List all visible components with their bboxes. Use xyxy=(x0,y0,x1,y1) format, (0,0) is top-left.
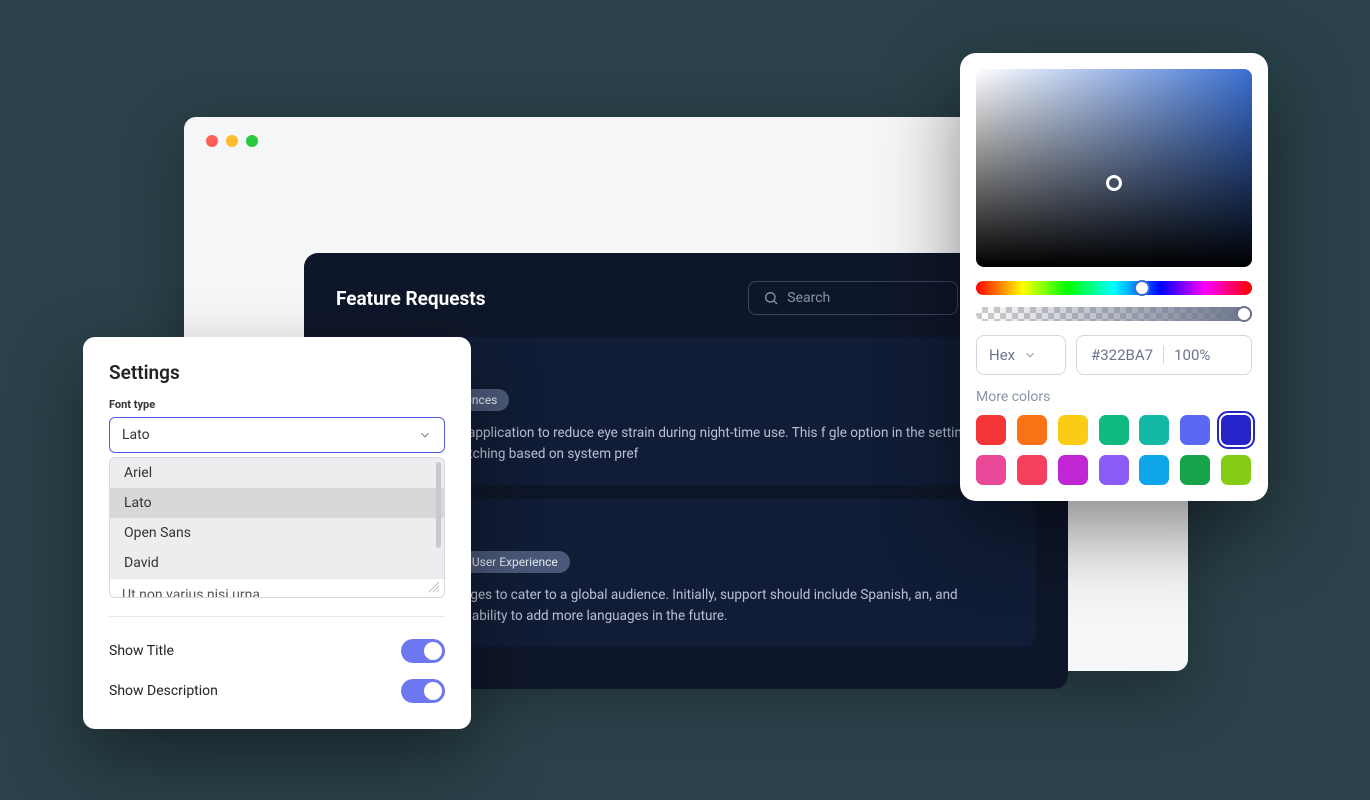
alpha-thumb[interactable] xyxy=(1236,306,1252,322)
divider xyxy=(109,616,445,617)
show-description-label: Show Description xyxy=(109,683,218,699)
color-swatch[interactable] xyxy=(1017,415,1047,445)
resize-handle-icon[interactable] xyxy=(428,581,440,593)
alpha-slider[interactable] xyxy=(976,307,1252,321)
search-field[interactable] xyxy=(748,281,958,315)
color-swatch[interactable] xyxy=(1221,415,1251,445)
color-swatch[interactable] xyxy=(1099,455,1129,485)
color-format-value: Hex xyxy=(989,346,1015,364)
font-select[interactable]: Lato xyxy=(109,417,445,453)
show-title-label: Show Title xyxy=(109,643,174,659)
window-close-dot[interactable] xyxy=(206,135,218,147)
color-swatch[interactable] xyxy=(1139,455,1169,485)
tag[interactable]: User Experience xyxy=(460,551,570,573)
font-select-value: Lato xyxy=(122,427,150,443)
color-swatch[interactable] xyxy=(1180,455,1210,485)
color-swatch[interactable] xyxy=(1058,455,1088,485)
alpha-percent: 100% xyxy=(1174,346,1210,364)
more-colors-label: More colors xyxy=(976,389,1252,405)
font-dropdown: Ariel Lato Open Sans David xyxy=(109,457,445,598)
settings-panel: Settings Font type Lato Ariel Lato Open … xyxy=(83,337,471,729)
chevron-down-icon xyxy=(1023,348,1037,362)
dropdown-scrollbar[interactable] xyxy=(436,462,441,548)
color-swatch[interactable] xyxy=(976,415,1006,445)
color-saturation-field[interactable] xyxy=(976,69,1252,267)
search-icon xyxy=(763,290,779,306)
window-maximize-dot[interactable] xyxy=(246,135,258,147)
search-input[interactable] xyxy=(787,290,943,306)
font-option[interactable]: Ariel xyxy=(110,458,444,488)
color-swatch[interactable] xyxy=(1180,415,1210,445)
swatch-grid xyxy=(976,415,1252,485)
chevron-down-icon xyxy=(418,428,432,442)
font-option[interactable]: Open Sans xyxy=(110,518,444,548)
color-format-select[interactable]: Hex xyxy=(976,335,1066,375)
hex-input-group[interactable]: #322BA7 100% xyxy=(1076,335,1252,375)
color-picker-panel: Hex #322BA7 100% More colors xyxy=(960,53,1268,501)
settings-title: Settings xyxy=(109,361,445,384)
hue-slider[interactable] xyxy=(976,281,1252,295)
separator xyxy=(1163,346,1164,364)
show-description-toggle[interactable] xyxy=(401,679,445,703)
panel-title: Feature Requests xyxy=(336,287,734,310)
hex-value: #322BA7 xyxy=(1091,346,1153,364)
color-swatch[interactable] xyxy=(1058,415,1088,445)
color-swatch[interactable] xyxy=(1139,415,1169,445)
font-type-label: Font type xyxy=(109,398,445,411)
hue-thumb[interactable] xyxy=(1134,280,1150,296)
color-field-cursor[interactable] xyxy=(1106,175,1122,191)
color-swatch[interactable] xyxy=(1099,415,1129,445)
font-option[interactable]: David xyxy=(110,548,444,578)
color-swatch[interactable] xyxy=(1221,455,1251,485)
show-title-toggle[interactable] xyxy=(401,639,445,663)
window-minimize-dot[interactable] xyxy=(226,135,238,147)
sample-text-input[interactable] xyxy=(110,578,444,598)
font-option[interactable]: Lato xyxy=(110,488,444,518)
color-swatch[interactable] xyxy=(1017,455,1047,485)
color-swatch[interactable] xyxy=(976,455,1006,485)
